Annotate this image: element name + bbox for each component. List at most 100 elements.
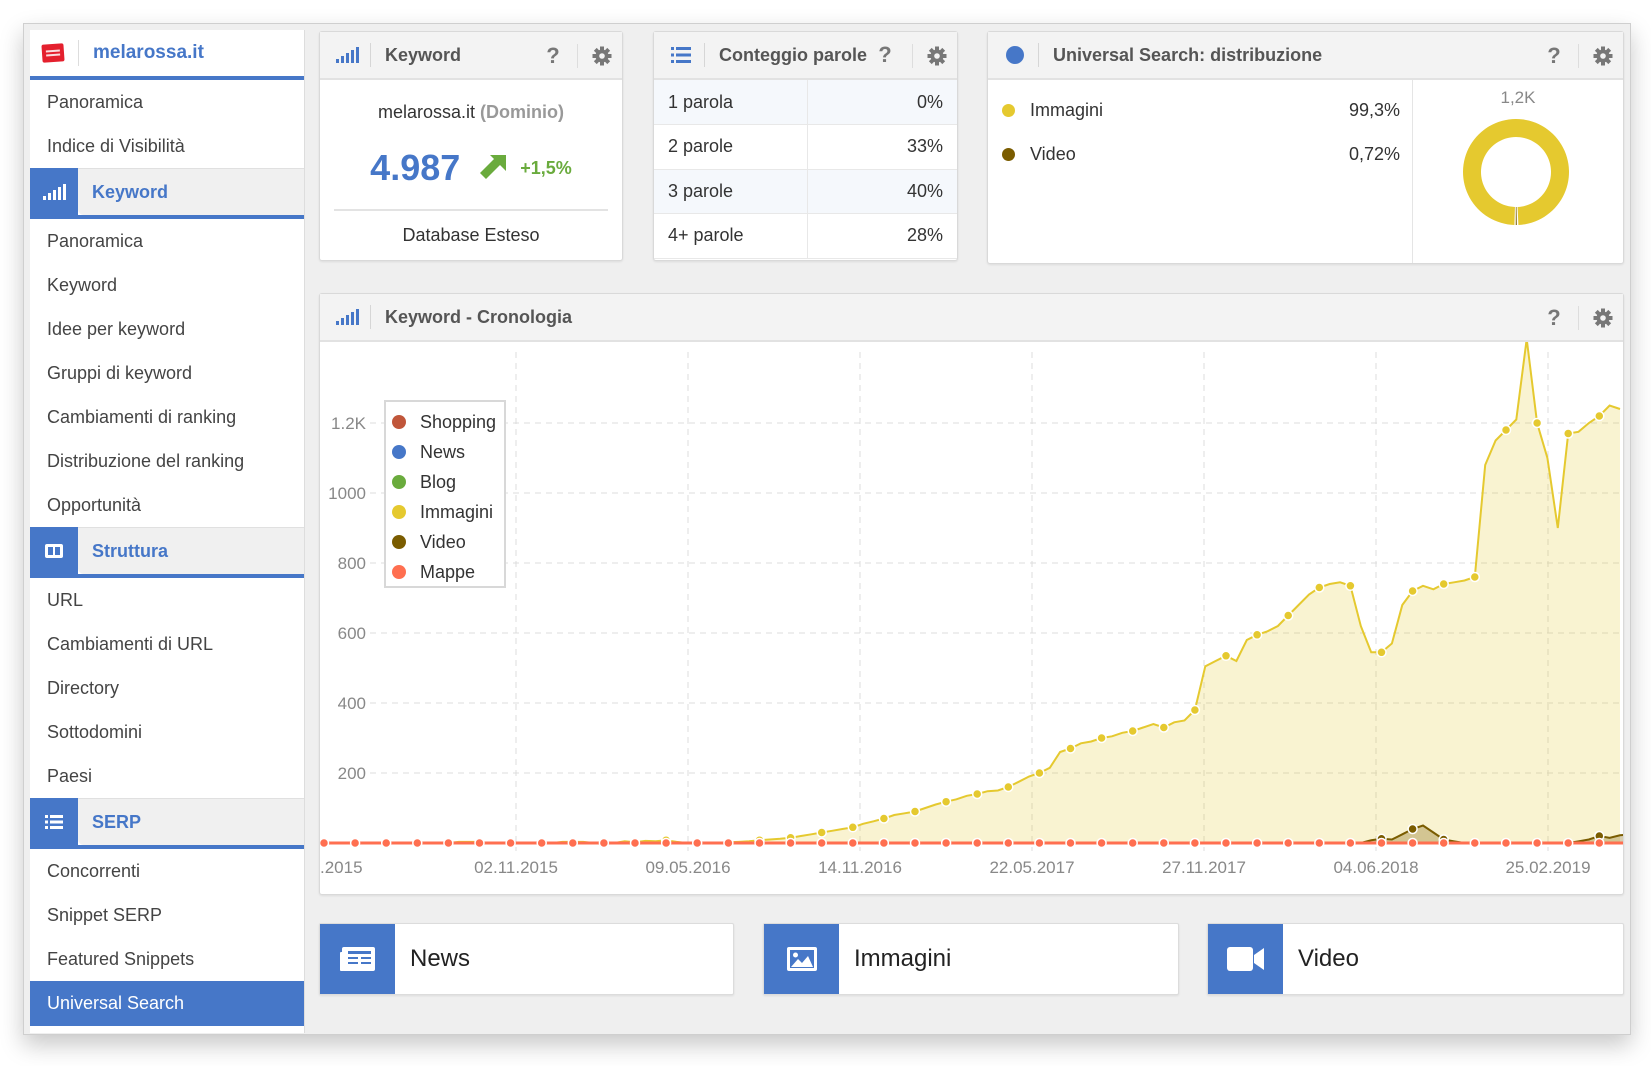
point-mappe[interactable] bbox=[723, 837, 734, 849]
point-mappe[interactable] bbox=[1096, 837, 1107, 849]
point-mappe[interactable] bbox=[598, 837, 610, 849]
sidebar-item-directory[interactable]: Directory bbox=[30, 666, 304, 710]
sidebar-section-struttura[interactable]: Struttura bbox=[30, 527, 304, 578]
table-row[interactable]: 1 parola 0% bbox=[654, 80, 957, 125]
sidebar-item-idee-keyword[interactable]: Idee per keyword bbox=[30, 307, 304, 351]
help-icon[interactable]: ? bbox=[1544, 43, 1564, 69]
sidebar-item-gruppi-keyword[interactable]: Gruppi di keyword bbox=[30, 351, 304, 395]
point-mappe[interactable] bbox=[1158, 837, 1170, 849]
sidebar-item-url[interactable]: URL bbox=[30, 578, 304, 622]
point-mappe[interactable] bbox=[505, 837, 516, 849]
point-mappe[interactable] bbox=[660, 837, 672, 849]
point-mappe[interactable] bbox=[785, 837, 796, 849]
point-mappe[interactable] bbox=[536, 837, 547, 849]
point-mappe[interactable] bbox=[691, 837, 703, 849]
sidebar-item-opportunita[interactable]: Opportunità bbox=[30, 483, 304, 527]
distribution-row-immagini[interactable]: Immagini 99,3% bbox=[988, 88, 1412, 132]
point-immagini[interactable] bbox=[1065, 743, 1076, 754]
point-immagini[interactable] bbox=[1127, 725, 1138, 737]
keyword-count[interactable]: 4.987 bbox=[370, 147, 460, 189]
point-immagini[interactable] bbox=[1096, 732, 1107, 744]
point-immagini[interactable] bbox=[878, 813, 890, 824]
sidebar-item-cambiamenti-ranking[interactable]: Cambiamenti di ranking bbox=[30, 395, 304, 439]
point-mappe[interactable] bbox=[1034, 837, 1045, 849]
point-mappe[interactable] bbox=[878, 837, 890, 849]
point-mappe[interactable] bbox=[349, 837, 361, 849]
point-immagini[interactable] bbox=[1003, 781, 1014, 793]
point-immagini[interactable] bbox=[1500, 424, 1512, 436]
sidebar-item-distribuzione-ranking[interactable]: Distribuzione del ranking bbox=[30, 439, 304, 483]
point-immagini[interactable] bbox=[1314, 582, 1325, 593]
point-mappe[interactable] bbox=[412, 837, 423, 849]
help-icon[interactable]: ? bbox=[875, 42, 895, 68]
sidebar-item-panoramica[interactable]: Panoramica bbox=[30, 80, 304, 124]
table-row[interactable]: 4+ parole 28% bbox=[654, 213, 957, 259]
sidebar-item-keyword[interactable]: Keyword bbox=[30, 263, 304, 307]
point-mappe[interactable] bbox=[816, 837, 827, 849]
sidebar-domain-header[interactable]: melarossa.it bbox=[30, 30, 304, 80]
point-immagini[interactable] bbox=[847, 822, 859, 833]
help-icon[interactable]: ? bbox=[1544, 305, 1564, 331]
point-mappe[interactable] bbox=[847, 837, 859, 849]
sidebar-item-indice-visibilita[interactable]: Indice di Visibilità bbox=[30, 124, 304, 168]
point-mappe[interactable] bbox=[754, 837, 765, 849]
point-mappe[interactable] bbox=[909, 837, 921, 849]
point-immagini[interactable] bbox=[1594, 410, 1605, 422]
point-mappe[interactable] bbox=[1189, 837, 1201, 849]
card-news[interactable]: News bbox=[319, 923, 734, 995]
point-mappe[interactable] bbox=[318, 837, 330, 849]
point-mappe[interactable] bbox=[1282, 837, 1294, 849]
point-mappe[interactable] bbox=[380, 837, 392, 849]
sidebar-item-universal-search[interactable]: Universal Search bbox=[30, 981, 304, 1026]
sidebar-section-keyword[interactable]: Keyword bbox=[30, 168, 304, 219]
sidebar-item-cambiamenti-url[interactable]: Cambiamenti di URL bbox=[30, 622, 304, 666]
table-row[interactable]: 2 parole 33% bbox=[654, 124, 957, 170]
point-immagini[interactable] bbox=[1531, 417, 1543, 429]
point-immagini[interactable] bbox=[1407, 585, 1418, 597]
table-row[interactable]: 3 parole 40% bbox=[654, 169, 957, 214]
legend-item-shopping[interactable]: Shopping bbox=[392, 407, 504, 437]
card-immagini[interactable]: Immagini bbox=[763, 923, 1179, 995]
point-mappe[interactable] bbox=[940, 837, 952, 849]
legend-item-immagini[interactable]: Immagini bbox=[392, 497, 504, 527]
point-immagini[interactable] bbox=[1034, 767, 1045, 779]
sidebar-section-serp[interactable]: SERP bbox=[30, 798, 304, 849]
point-mappe[interactable] bbox=[1500, 837, 1512, 849]
sidebar-item-paesi[interactable]: Paesi bbox=[30, 754, 304, 798]
legend-item-blog[interactable]: Blog bbox=[392, 467, 504, 497]
gear-icon[interactable] bbox=[927, 46, 947, 66]
point-mappe[interactable] bbox=[1438, 837, 1449, 849]
gear-icon[interactable] bbox=[592, 46, 612, 66]
sidebar-item-featured-snippets[interactable]: Featured Snippets bbox=[30, 937, 304, 981]
point-mappe[interactable] bbox=[1562, 837, 1574, 849]
point-mappe[interactable] bbox=[1065, 837, 1076, 849]
point-video[interactable] bbox=[1407, 823, 1418, 835]
legend-item-mappe[interactable]: Mappe bbox=[392, 557, 504, 587]
point-immagini[interactable] bbox=[1469, 571, 1481, 583]
point-immagini[interactable] bbox=[971, 788, 983, 800]
point-mappe[interactable] bbox=[1003, 837, 1014, 849]
point-immagini[interactable] bbox=[1345, 580, 1356, 592]
gear-icon[interactable] bbox=[1593, 46, 1613, 66]
point-immagini[interactable] bbox=[1220, 650, 1232, 662]
point-mappe[interactable] bbox=[1251, 837, 1263, 849]
point-immagini[interactable] bbox=[909, 806, 921, 817]
point-mappe[interactable] bbox=[443, 837, 454, 849]
sidebar-item-concorrenti[interactable]: Concorrenti bbox=[30, 849, 304, 893]
point-mappe[interactable] bbox=[1127, 837, 1138, 849]
help-icon[interactable]: ? bbox=[543, 43, 563, 69]
point-immagini[interactable] bbox=[1158, 722, 1170, 733]
point-mappe[interactable] bbox=[1594, 837, 1605, 849]
point-mappe[interactable] bbox=[474, 837, 485, 849]
card-video[interactable]: Video bbox=[1207, 923, 1624, 995]
point-mappe[interactable] bbox=[1314, 837, 1325, 849]
point-immagini[interactable] bbox=[1562, 428, 1574, 439]
point-mappe[interactable] bbox=[1407, 837, 1418, 849]
point-immagini[interactable] bbox=[816, 827, 827, 838]
point-mappe[interactable] bbox=[629, 837, 641, 849]
sidebar-item-snippet-serp[interactable]: Snippet SERP bbox=[30, 893, 304, 937]
point-immagini[interactable] bbox=[1438, 578, 1449, 590]
point-mappe[interactable] bbox=[1345, 837, 1356, 849]
point-mappe[interactable] bbox=[971, 837, 983, 849]
point-mappe[interactable] bbox=[1376, 837, 1387, 849]
